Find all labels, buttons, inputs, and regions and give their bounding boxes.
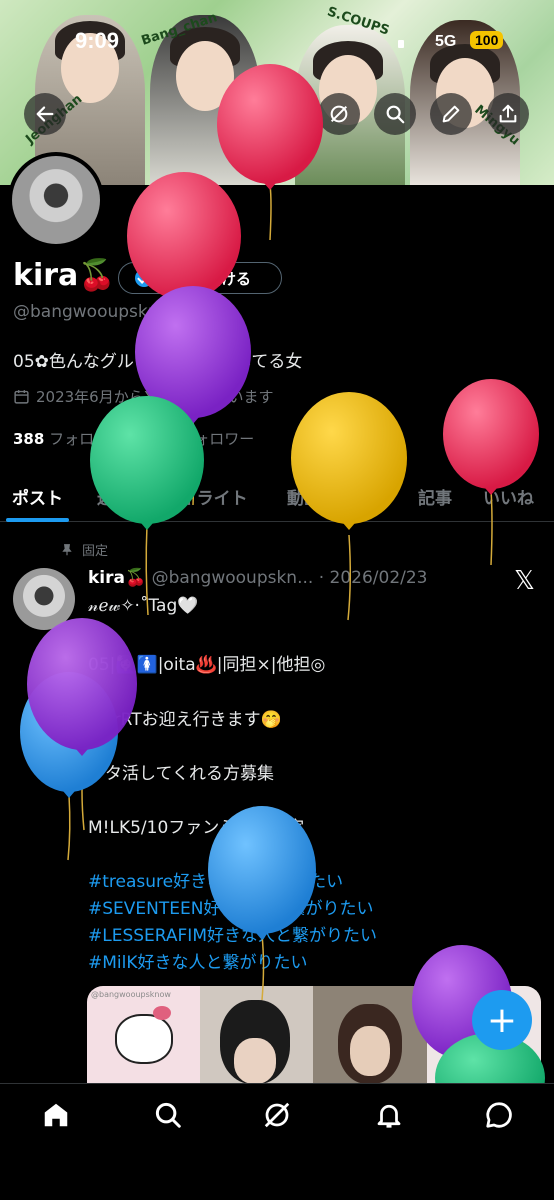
- grok-icon[interactable]: [262, 1100, 292, 1130]
- balloon: [443, 379, 539, 495]
- balloon: [90, 396, 204, 530]
- home-icon[interactable]: [41, 1100, 71, 1130]
- balloon: [208, 806, 316, 940]
- compose-post-button[interactable]: +: [472, 990, 532, 1050]
- balloon: [127, 172, 241, 306]
- balloon: [217, 64, 323, 190]
- balloon: [291, 392, 407, 530]
- bottom-navigation: [0, 1083, 554, 1200]
- search-icon[interactable]: [153, 1100, 183, 1130]
- bell-icon[interactable]: [374, 1100, 404, 1130]
- balloon-effect-overlay: [20, 64, 545, 1123]
- plus-icon: +: [486, 999, 518, 1041]
- message-icon[interactable]: [484, 1100, 514, 1130]
